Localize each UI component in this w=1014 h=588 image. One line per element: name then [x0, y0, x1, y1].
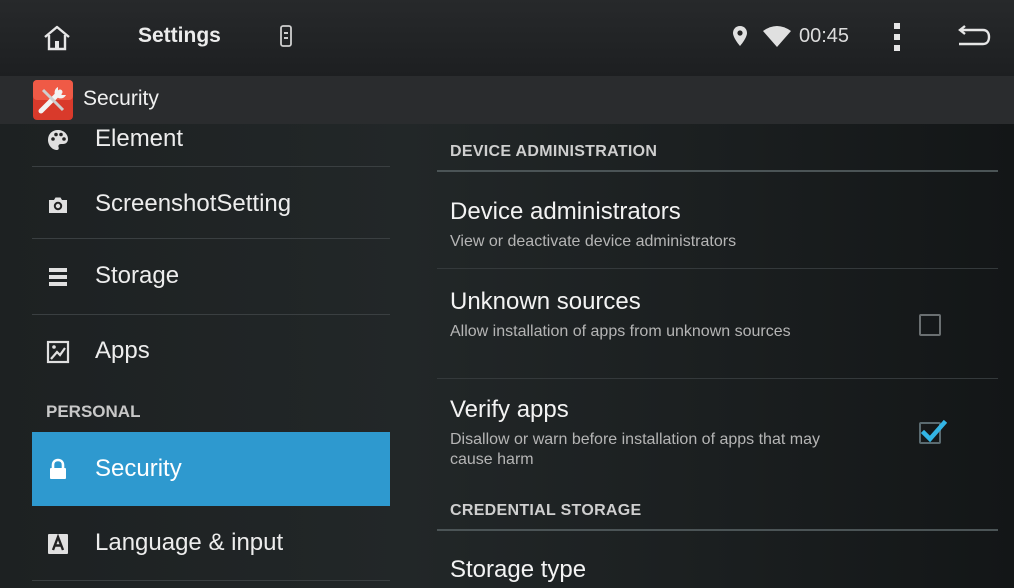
pref-summary: View or deactivate device administrators — [450, 233, 737, 250]
category-device-administration: DEVICE ADMINISTRATION — [450, 143, 658, 160]
back-icon[interactable] — [955, 25, 991, 49]
lock-icon — [46, 457, 70, 481]
keyboard-a-icon — [46, 532, 70, 556]
nav-item-label: Storage — [95, 262, 180, 289]
nav-item-label: Language & input — [95, 529, 284, 556]
pref-summary: Disallow or warn before installation of … — [450, 431, 820, 468]
pref-summary: Allow installation of apps from unknown … — [450, 323, 791, 340]
divider — [32, 580, 390, 581]
pref-title: Unknown sources — [450, 288, 641, 315]
category-credential-storage: CREDENTIAL STORAGE — [450, 502, 642, 519]
pref-device-administrators[interactable]: Device administrators View or deactivate… — [450, 198, 990, 258]
wifi-icon — [762, 24, 792, 48]
nav-item-label: Security — [95, 455, 182, 482]
overflow-menu-icon[interactable] — [890, 21, 904, 53]
checkmark-icon — [920, 419, 947, 443]
settings-tools-icon[interactable] — [32, 79, 74, 121]
sd-card-icon — [280, 25, 292, 47]
unknown-sources-checkbox[interactable] — [919, 314, 941, 336]
category-divider — [437, 529, 998, 531]
settings-content: Element ScreenshotSetting Storage Apps P… — [0, 124, 1014, 588]
status-bar: Settings 00:45 — [0, 0, 1014, 76]
location-icon — [732, 25, 748, 47]
pref-storage-type[interactable]: Storage type — [450, 556, 990, 588]
nav-item-language-input[interactable]: Language & input — [32, 510, 390, 578]
category-divider — [437, 170, 998, 172]
divider — [437, 268, 998, 269]
pref-title: Device administrators — [450, 198, 681, 225]
divider — [32, 238, 390, 239]
nav-item-storage[interactable]: Storage — [32, 243, 390, 311]
section-header-personal: PERSONAL — [46, 402, 141, 421]
verify-apps-checkbox[interactable] — [919, 419, 947, 444]
settings-title: Settings — [138, 24, 221, 47]
nav-item-label: Element — [95, 125, 184, 152]
divider — [437, 378, 998, 379]
apps-icon — [46, 340, 70, 364]
nav-item-label: Apps — [95, 337, 150, 364]
pref-title: Storage type — [450, 556, 587, 583]
nav-item-apps[interactable]: Apps — [32, 318, 390, 386]
pref-unknown-sources[interactable]: Unknown sources Allow installation of ap… — [450, 288, 990, 368]
nav-item-label: ScreenshotSetting — [95, 190, 292, 217]
settings-nav: Element ScreenshotSetting Storage Apps P… — [0, 124, 405, 588]
storage-icon — [46, 265, 70, 289]
action-bar-title: Security — [83, 87, 159, 110]
action-bar: Security — [0, 76, 1014, 124]
palette-icon — [46, 128, 70, 152]
nav-item-screenshotsetting[interactable]: ScreenshotSetting — [32, 171, 390, 239]
home-icon[interactable] — [42, 24, 72, 52]
clock: 00:45 — [799, 25, 850, 47]
nav-item-security[interactable]: Security — [32, 432, 390, 506]
divider — [32, 314, 390, 315]
camera-icon — [46, 193, 70, 217]
divider — [32, 166, 390, 167]
pref-verify-apps[interactable]: Verify apps Disallow or warn before inst… — [450, 396, 990, 474]
pref-title: Verify apps — [450, 396, 569, 423]
security-detail-pane: DEVICE ADMINISTRATION Device administrat… — [437, 124, 1014, 588]
